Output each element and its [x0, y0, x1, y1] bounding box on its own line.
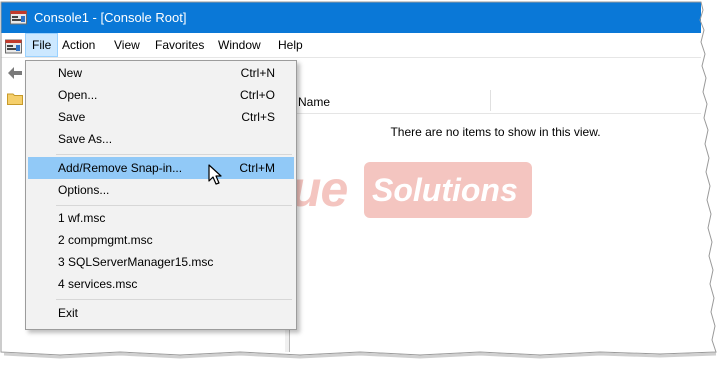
mouse-pointer-icon	[208, 164, 222, 185]
menu-item-exit[interactable]: Exit	[28, 302, 294, 324]
menu-bar: File Action View Favorites Window Help	[1, 33, 701, 57]
folder-icon	[7, 93, 23, 105]
column-divider[interactable]	[490, 90, 491, 111]
menu-separator	[56, 205, 292, 206]
menu-item-shortcut: Ctrl+O	[239, 88, 275, 102]
menu-item-save[interactable]: Save Ctrl+S	[28, 106, 294, 128]
menu-item-label: Add/Remove Snap-in...	[58, 161, 183, 175]
menu-item-new[interactable]: New Ctrl+N	[28, 62, 294, 84]
menu-item-add-remove-snap-in[interactable]: Add/Remove Snap-in... Ctrl+M	[28, 157, 294, 179]
menu-action[interactable]: Action	[56, 33, 101, 57]
menu-item-label: 3 SQLServerManager15.msc	[58, 255, 214, 269]
menu-item-label: Exit	[58, 306, 79, 320]
menu-item-label: New	[58, 66, 83, 80]
column-header-row: Name	[290, 88, 701, 114]
title-bar: Console1 - [Console Root]	[1, 2, 701, 33]
menu-item-save-as[interactable]: Save As...	[28, 128, 294, 150]
menu-item-shortcut: Ctrl+S	[241, 110, 275, 124]
menu-item-shortcut: Ctrl+N	[240, 66, 275, 80]
empty-view-message: There are no items to show in this view.	[390, 125, 601, 139]
menu-item-label: 4 services.msc	[58, 277, 138, 291]
menu-file[interactable]: File	[25, 33, 59, 57]
menu-item-shortcut: Ctrl+M	[239, 161, 275, 175]
menu-item-label: Options...	[58, 183, 110, 197]
menu-item-recent-1[interactable]: 1 wf.msc	[28, 207, 294, 229]
mmc-console-icon[interactable]	[5, 39, 22, 54]
menu-favorites[interactable]: Favorites	[149, 33, 210, 57]
menu-item-label: Save As...	[58, 132, 113, 146]
menu-item-label: Open...	[58, 88, 98, 102]
result-pane: Name There are no items to show in this …	[290, 88, 701, 352]
menu-item-recent-4[interactable]: 4 services.msc	[28, 273, 294, 295]
menu-item-open[interactable]: Open... Ctrl+O	[28, 84, 294, 106]
menu-item-label: Save	[58, 110, 86, 124]
column-header-name[interactable]: Name	[298, 95, 330, 109]
menu-help[interactable]: Help	[272, 33, 309, 57]
menu-item-options[interactable]: Options...	[28, 179, 294, 201]
menu-separator	[56, 154, 292, 155]
file-menu-dropdown: New Ctrl+N Open... Ctrl+O Save Ctrl+S Sa…	[25, 60, 297, 330]
menu-item-recent-2[interactable]: 2 compmgmt.msc	[28, 229, 294, 251]
menu-item-recent-3[interactable]: 3 SQLServerManager15.msc	[28, 251, 294, 273]
menu-view[interactable]: View	[108, 33, 146, 57]
menu-item-label: 1 wf.msc	[58, 211, 106, 225]
window-title: Console1 - [Console Root]	[34, 10, 187, 25]
back-arrow-icon[interactable]	[7, 66, 23, 80]
mmc-window: Console1 - [Console Root] File Action Vi…	[1, 2, 701, 352]
menu-window[interactable]: Window	[212, 33, 267, 57]
mmc-console-icon	[10, 10, 27, 25]
menu-item-label: 2 compmgmt.msc	[58, 233, 153, 247]
menu-separator	[56, 299, 292, 300]
